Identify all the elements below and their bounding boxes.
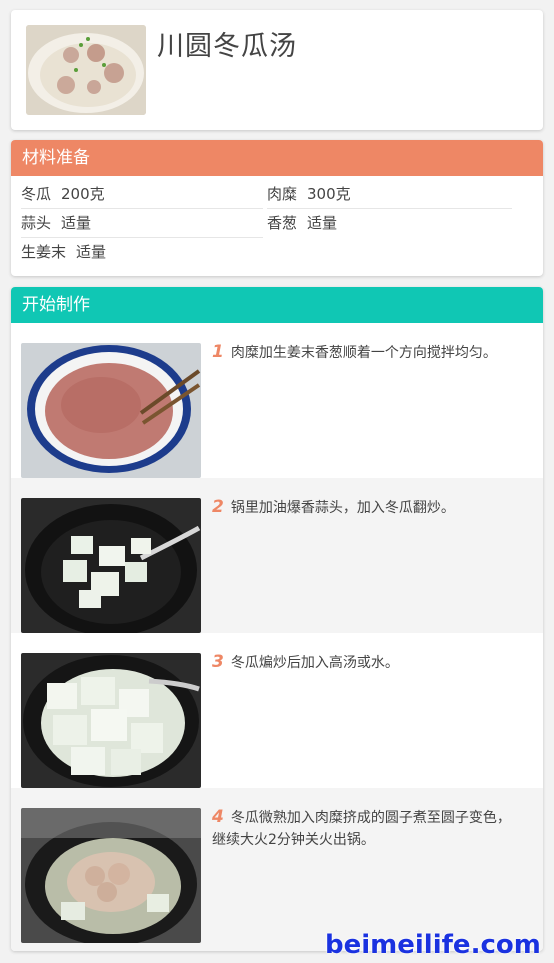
step-description: 冬瓜煸炒后加入高汤或水。: [230, 655, 399, 671]
step-number: 2: [212, 497, 224, 517]
ingredient-amount: 适量: [307, 214, 338, 232]
ingredient-item: 蒜头 适量: [21, 209, 263, 238]
ingredient-name: 蒜头: [21, 214, 52, 232]
step-number: 3: [212, 652, 224, 672]
site-watermark: beimeilife.com: [325, 930, 541, 960]
steps-card: 开始制作 1 肉糜加生姜末香葱顺着一个方向搅拌均匀。 2 锅里加油爆香蒜头，加入…: [11, 287, 543, 951]
step-description: 肉糜加生姜末香葱顺着一个方向搅拌均匀。: [230, 345, 497, 361]
ingredient-amount: 适量: [61, 214, 92, 232]
recipe-cover-image[interactable]: [26, 25, 146, 115]
step-text: 3 冬瓜煸炒后加入高汤或水。: [212, 651, 517, 674]
ingredients-heading: 材料准备: [11, 140, 543, 176]
step-text: 1 肉糜加生姜末香葱顺着一个方向搅拌均匀。: [212, 341, 517, 364]
step-image[interactable]: [21, 343, 201, 478]
ingredient-name: 肉糜: [267, 185, 298, 203]
step-number: 4: [212, 807, 224, 827]
ingredient-item: 香葱 适量: [267, 209, 512, 237]
ingredient-name: 生姜末: [21, 243, 67, 261]
ingredient-amount: 300克: [307, 185, 351, 203]
step-item: 3 冬瓜煸炒后加入高汤或水。: [11, 633, 543, 788]
ingredient-item: 冬瓜 200克: [21, 180, 263, 209]
step-image[interactable]: [21, 653, 201, 788]
step-image[interactable]: [21, 808, 201, 943]
step-item: 2 锅里加油爆香蒜头，加入冬瓜翻炒。: [11, 478, 543, 633]
step-description: 冬瓜微熟加入肉糜挤成的圆子煮至圆子变色，继续大火2分钟关火出锅。: [212, 810, 511, 848]
step-item: 4 冬瓜微熟加入肉糜挤成的圆子煮至圆子变色，继续大火2分钟关火出锅。: [11, 788, 543, 951]
step-item: 1 肉糜加生姜末香葱顺着一个方向搅拌均匀。: [11, 323, 543, 478]
steps-heading: 开始制作: [11, 287, 543, 323]
ingredient-name: 香葱: [267, 214, 298, 232]
ingredient-name: 冬瓜: [21, 185, 52, 203]
step-image[interactable]: [21, 498, 201, 633]
ingredient-item: 肉糜 300克: [267, 180, 512, 209]
recipe-header-card: 川圆冬瓜汤: [11, 10, 543, 130]
ingredient-amount: 适量: [76, 243, 107, 261]
ingredient-item: 生姜末 适量: [21, 238, 263, 266]
step-text: 2 锅里加油爆香蒜头，加入冬瓜翻炒。: [212, 496, 517, 519]
ingredients-card: 材料准备 冬瓜 200克 肉糜 300克 蒜头 适量 香葱 适量 生姜末 适量: [11, 140, 543, 276]
step-number: 1: [212, 342, 224, 362]
ingredient-amount: 200克: [61, 185, 105, 203]
step-text: 4 冬瓜微熟加入肉糜挤成的圆子煮至圆子变色，继续大火2分钟关火出锅。: [212, 806, 517, 851]
recipe-title: 川圆冬瓜汤: [157, 31, 297, 62]
step-description: 锅里加油爆香蒜头，加入冬瓜翻炒。: [230, 500, 455, 516]
